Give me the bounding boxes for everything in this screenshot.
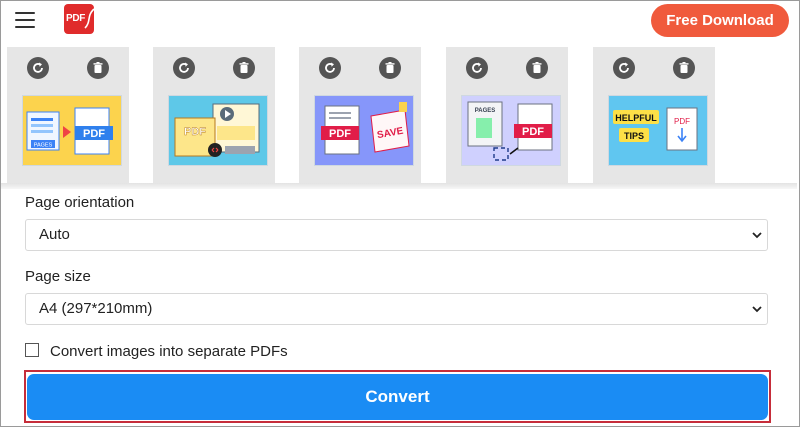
card-actions	[613, 57, 695, 79]
card-actions	[173, 57, 255, 79]
image-thumbnail-2[interactable]: PDF	[168, 95, 268, 166]
trash-icon[interactable]	[673, 57, 695, 79]
image-thumbnail-3[interactable]: PDF SAVE	[314, 95, 414, 166]
pages-to-pdf-illustration: PAGES PDF	[23, 96, 121, 165]
rotate-icon[interactable]	[27, 57, 49, 79]
separate-pdfs-label[interactable]: Convert images into separate PDFs	[50, 343, 288, 360]
save-pdf-illustration: PDF SAVE	[315, 96, 413, 165]
thumb-1-text-a: PAGES	[34, 143, 53, 149]
page-orientation-value: Auto	[39, 226, 70, 243]
rotate-icon[interactable]	[173, 57, 195, 79]
image-card-3: PDF SAVE	[299, 47, 421, 183]
thumb-3-text-a: PDF	[329, 128, 351, 140]
page-size-select[interactable]: A4 (297*210mm)	[25, 293, 768, 325]
image-card-4: PAGES PDF	[446, 47, 568, 183]
page-size-value: A4 (297*210mm)	[39, 300, 153, 317]
strip-divider	[1, 183, 797, 189]
thumb-2-text: PDF	[184, 126, 206, 138]
free-download-button[interactable]: Free Download	[651, 4, 789, 37]
chevron-down-icon	[752, 306, 762, 313]
thumb-1-text-b: PDF	[83, 128, 105, 140]
trash-icon[interactable]	[526, 57, 548, 79]
page-orientation-label: Page orientation	[25, 194, 135, 211]
helpful-tips-illustration: HELPFUL TIPS PDF	[609, 96, 707, 165]
card-actions	[466, 57, 548, 79]
thumb-4-text-a: PAGES	[475, 108, 496, 114]
separate-pdfs-checkbox[interactable]	[25, 343, 39, 357]
logo-swirl-icon	[84, 8, 97, 29]
rotate-icon[interactable]	[466, 57, 488, 79]
image-thumbnail-5[interactable]: HELPFUL TIPS PDF	[608, 95, 708, 166]
top-header: PDF Free Download	[1, 1, 797, 45]
page-orientation-select[interactable]: Auto	[25, 219, 768, 251]
trash-icon[interactable]	[379, 57, 401, 79]
card-actions	[319, 57, 401, 79]
page-size-label: Page size	[25, 268, 91, 285]
thumb-5-text-b: TIPS	[624, 131, 644, 141]
trash-icon[interactable]	[87, 57, 109, 79]
hamburger-menu-icon[interactable]	[15, 12, 35, 30]
trash-icon[interactable]	[233, 57, 255, 79]
image-thumbnail-4[interactable]: PAGES PDF	[461, 95, 561, 166]
image-card-2: PDF	[153, 47, 275, 183]
rotate-icon[interactable]	[319, 57, 341, 79]
thumb-5-text-a: HELPFUL	[615, 113, 657, 123]
image-card-1: PAGES PDF	[7, 47, 129, 183]
image-thumbnail-1[interactable]: PAGES PDF	[22, 95, 122, 166]
pdf-logo[interactable]: PDF	[64, 4, 97, 34]
pdf-video-illustration: PDF	[169, 96, 267, 165]
thumbnail-strip: PAGES PDF PDF PDF SAVE PAGES PDF HELPFUL…	[1, 45, 797, 189]
image-card-5: HELPFUL TIPS PDF	[593, 47, 715, 183]
pages-convert-pdf-illustration: PAGES PDF	[462, 96, 560, 165]
card-actions	[27, 57, 109, 79]
rotate-icon[interactable]	[613, 57, 635, 79]
convert-button[interactable]: Convert	[27, 374, 768, 420]
thumb-4-text-b: PDF	[522, 126, 544, 138]
thumb-5-text-c: PDF	[674, 117, 690, 126]
chevron-down-icon	[752, 232, 762, 239]
